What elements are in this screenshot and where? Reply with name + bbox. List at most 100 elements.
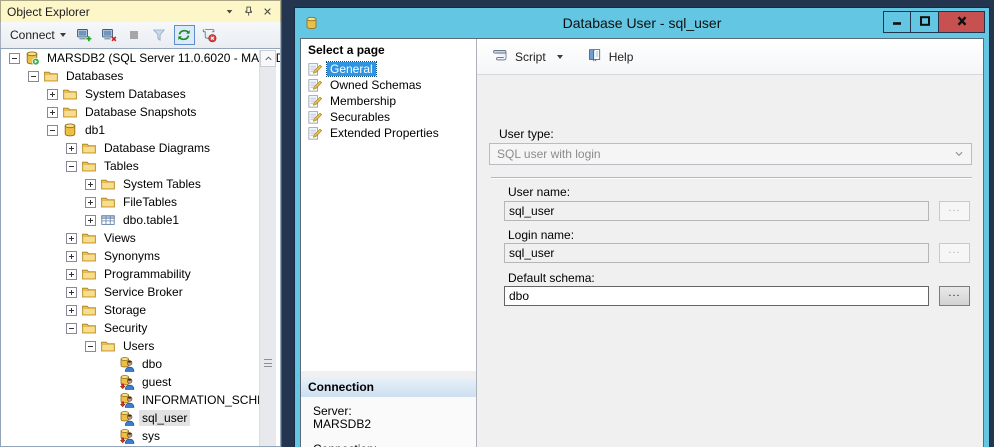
expander-plus-icon[interactable] — [47, 107, 58, 118]
expander-plus-icon[interactable] — [85, 197, 96, 208]
folder-icon — [100, 176, 116, 192]
page-item[interactable]: General — [301, 61, 476, 77]
tree-item[interactable]: sql_user — [1, 409, 280, 427]
expander-plus-icon[interactable] — [85, 179, 96, 190]
minimize-button[interactable] — [883, 11, 911, 33]
tree-item[interactable]: System Databases — [1, 85, 280, 103]
tree-item[interactable]: Synonyms — [1, 247, 280, 265]
user-name-field — [504, 201, 929, 221]
tree-item[interactable]: dbo — [1, 355, 280, 373]
folder-icon — [81, 230, 97, 246]
object-explorer-toolbar: Connect — [0, 22, 281, 48]
pin-icon[interactable] — [240, 4, 257, 20]
page-item[interactable]: Securables — [301, 109, 476, 125]
expander-minus-icon[interactable] — [66, 161, 77, 172]
expander-plus-icon[interactable] — [66, 143, 77, 154]
object-explorer-tree: MARSDB2 (SQL Server 11.0.6020 - MARSDDat… — [0, 48, 281, 447]
connect-label: Connect — [10, 28, 55, 42]
script-error-icon[interactable] — [199, 25, 220, 45]
scrollbar-thumb[interactable] — [260, 67, 276, 446]
tree-item-label: Users — [120, 338, 157, 354]
tree-item[interactable]: System Tables — [1, 175, 280, 193]
tree-item[interactable]: INFORMATION_SCHEM — [1, 391, 280, 409]
refresh-icon[interactable] — [174, 25, 195, 45]
dialog-content: Script Help User type: SQL user with log… — [477, 39, 983, 447]
expander-plus-icon[interactable] — [66, 251, 77, 262]
tree-item-label: FileTables — [120, 194, 180, 210]
window-menu-icon[interactable] — [221, 4, 238, 20]
expander-plus-icon[interactable] — [66, 305, 77, 316]
script-scroll-icon — [491, 47, 510, 66]
folder-icon — [62, 104, 78, 120]
tree-item[interactable]: Views — [1, 229, 280, 247]
minimize-icon — [887, 14, 907, 31]
dialog-toolbar: Script Help — [477, 39, 983, 75]
default-schema-browse-button[interactable]: ... — [939, 286, 970, 306]
scrollbar-grip-icon — [264, 359, 272, 367]
disconnect-server-icon[interactable] — [99, 25, 120, 45]
tree-item[interactable]: Database Snapshots — [1, 103, 280, 121]
tree-item[interactable]: Service Broker — [1, 283, 280, 301]
connect-server-icon[interactable] — [74, 25, 95, 45]
tree-item[interactable]: Security — [1, 319, 280, 337]
scroll-up-icon[interactable] — [260, 50, 276, 67]
chevron-down-icon[interactable] — [557, 55, 563, 59]
page-item[interactable]: Owned Schemas — [301, 77, 476, 93]
expander-spacer — [104, 431, 115, 442]
close-icon[interactable] — [259, 4, 276, 20]
expander-plus-icon[interactable] — [47, 89, 58, 100]
expander-minus-icon[interactable] — [85, 341, 96, 352]
scrollbar[interactable] — [259, 50, 276, 446]
user-type-label: User type: — [499, 127, 554, 141]
default-schema-field[interactable] — [504, 286, 929, 306]
user-icon — [119, 410, 135, 426]
tree-item[interactable]: FileTables — [1, 193, 280, 211]
expander-minus-icon[interactable] — [9, 53, 20, 64]
expander-plus-icon[interactable] — [66, 269, 77, 280]
page-icon — [307, 110, 322, 125]
tree-item-label: Security — [101, 320, 150, 336]
expander-minus-icon[interactable] — [28, 71, 39, 82]
database-icon — [62, 122, 78, 138]
tree-item[interactable]: guest — [1, 373, 280, 391]
user-icon — [119, 356, 135, 372]
tree-item[interactable]: Storage — [1, 301, 280, 319]
expander-minus-icon[interactable] — [66, 323, 77, 334]
login-name-browse-button: ... — [939, 243, 970, 263]
tree-item[interactable]: MARSDB2 (SQL Server 11.0.6020 - MARSD — [1, 49, 280, 67]
page-item-label: Extended Properties — [327, 126, 442, 140]
maximize-button[interactable] — [911, 11, 939, 33]
tree-item[interactable]: Database Diagrams — [1, 139, 280, 157]
script-button[interactable]: Script — [485, 43, 569, 70]
tree-item[interactable]: dbo.table1 — [1, 211, 280, 229]
folder-icon — [43, 68, 59, 84]
tree-item[interactable]: sys — [1, 427, 280, 445]
stop-icon — [124, 25, 145, 45]
tree-item[interactable]: Tables — [1, 157, 280, 175]
user-disabled-icon — [119, 428, 135, 444]
chevron-down-icon — [952, 147, 966, 161]
dialog-titlebar[interactable]: Database User - sql_user — [295, 8, 989, 38]
connect-button[interactable]: Connect — [6, 26, 70, 44]
close-button[interactable] — [939, 11, 985, 33]
tree-item[interactable]: Programmability — [1, 265, 280, 283]
folder-icon — [81, 302, 97, 318]
tree-item-label: db1 — [82, 122, 108, 138]
expander-minus-icon[interactable] — [47, 125, 58, 136]
page-item[interactable]: Extended Properties — [301, 125, 476, 141]
page-item[interactable]: Membership — [301, 93, 476, 109]
tree-item[interactable]: db1 — [1, 121, 280, 139]
expander-plus-icon[interactable] — [66, 233, 77, 244]
tree-item-label: guest — [139, 374, 174, 390]
help-button[interactable]: Help — [579, 43, 640, 70]
expander-plus-icon[interactable] — [85, 215, 96, 226]
expander-plus-icon[interactable] — [66, 287, 77, 298]
tree-item-label: Views — [101, 230, 139, 246]
tree-item[interactable]: Users — [1, 337, 280, 355]
tree-item[interactable]: Databases — [1, 67, 280, 85]
tree-item-label: INFORMATION_SCHEM — [139, 392, 278, 408]
page-icon — [307, 62, 322, 77]
help-label: Help — [609, 50, 634, 64]
login-name-label: Login name: — [508, 228, 574, 242]
select-a-page-header: Select a page — [301, 39, 476, 61]
